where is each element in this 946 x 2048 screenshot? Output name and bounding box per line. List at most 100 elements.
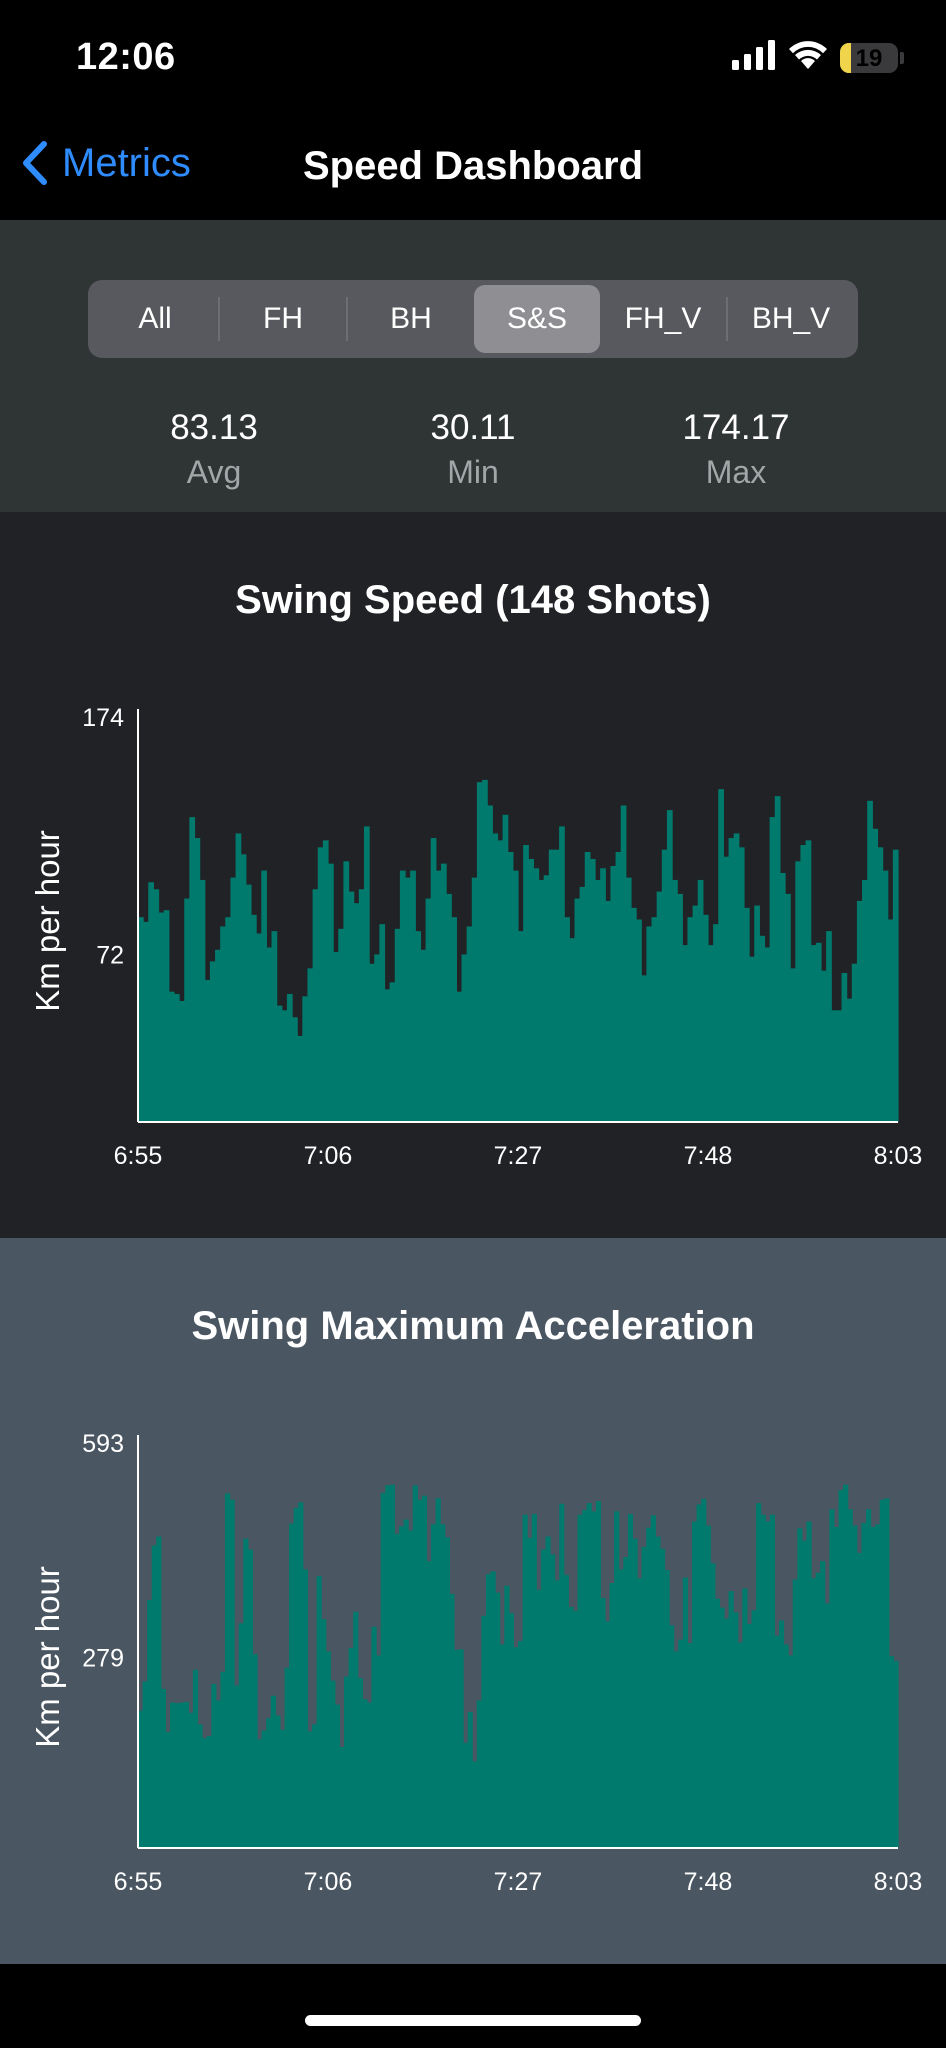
bar [481,1615,487,1848]
bar [363,826,370,1122]
bar [405,877,411,1122]
bar [815,1572,821,1848]
bar [143,921,149,1122]
bar [838,1490,844,1848]
bar [158,912,165,1122]
bar [492,833,499,1122]
y-tick-label: 174 [82,704,124,732]
home-indicator[interactable] [305,2015,641,2026]
bar [286,993,293,1122]
bar [385,1485,391,1848]
bar [650,1515,656,1848]
bar [257,1739,263,1848]
bar [677,893,683,1122]
bar [756,1503,762,1848]
bar [495,1592,501,1848]
bar [724,1618,730,1848]
bar [692,905,699,1122]
bar [661,849,668,1122]
bar [426,1561,432,1848]
bar [865,1509,872,1848]
bar [502,814,509,1122]
bar [831,1010,837,1122]
bar [194,838,201,1122]
bar [852,1525,858,1848]
bar [446,893,452,1122]
bar [325,1651,331,1848]
bar [334,1704,341,1848]
bar [572,1611,579,1848]
bar [656,891,663,1122]
bar [595,879,601,1122]
bar [723,856,730,1122]
bar [553,849,560,1122]
bar [591,1511,597,1848]
bar [856,1552,862,1848]
tab-fh[interactable]: FH [220,285,346,353]
bar [697,879,704,1122]
swing-speed-panel: Swing Speed (148 Shots) 72 174 6:55 7:06 7:2… [0,512,946,1238]
bar [168,991,175,1122]
bar [820,1561,826,1848]
bar [147,1600,153,1848]
y-tick-label: 279 [82,1644,124,1672]
y-tick-label: 72 [96,941,124,969]
bar [893,1660,899,1848]
tab-label: S&S [506,302,568,335]
status-time: 12:06 [76,36,176,78]
bar [425,898,432,1122]
bar [504,1585,510,1848]
bar [523,845,529,1122]
tab-all[interactable]: All [92,285,218,353]
bar [170,1702,176,1848]
bar [297,1035,303,1122]
bar [582,1509,588,1848]
bar [805,840,812,1122]
bar [600,868,606,1122]
bar [737,1642,743,1848]
bar [728,838,735,1122]
bar [790,968,796,1122]
wifi-icon [788,40,828,75]
bar [536,1589,542,1848]
bar [490,1571,496,1848]
bar [461,954,468,1122]
bar [435,870,442,1122]
stat-label: Min [447,454,499,490]
bar [230,877,237,1122]
battery-level: 19 [855,44,883,72]
bar [710,1563,716,1848]
bar [476,1700,482,1848]
bar [540,1549,547,1848]
bar [769,1514,775,1848]
bar [482,779,488,1122]
bar [339,1746,345,1848]
bar [371,1626,377,1848]
x-tick-label: 6:55 [114,1868,163,1896]
bar [353,903,360,1122]
tab-fh-v[interactable]: FH_V [600,285,726,353]
bar [843,1484,849,1848]
bar [584,852,591,1122]
bar [574,898,581,1122]
x-tick-label: 7:06 [304,1868,353,1896]
tab-bh-v[interactable]: BH_V [728,285,854,353]
bar [463,1742,469,1848]
tab-label: FH_V [624,302,702,335]
bar [800,845,807,1122]
bar [533,868,540,1122]
bar [824,1603,830,1848]
bar [261,1730,267,1848]
bar [508,1613,515,1848]
tab-bh[interactable]: BH [348,285,474,353]
tab-s-and-s[interactable]: S&S [474,285,600,353]
bar [444,1537,450,1848]
bar [646,1527,652,1848]
bar [209,961,216,1122]
bar [774,796,781,1122]
bar [358,889,365,1122]
bar [604,1621,611,1848]
bar [888,1656,895,1848]
bar [760,1514,766,1848]
bar [307,1731,313,1848]
